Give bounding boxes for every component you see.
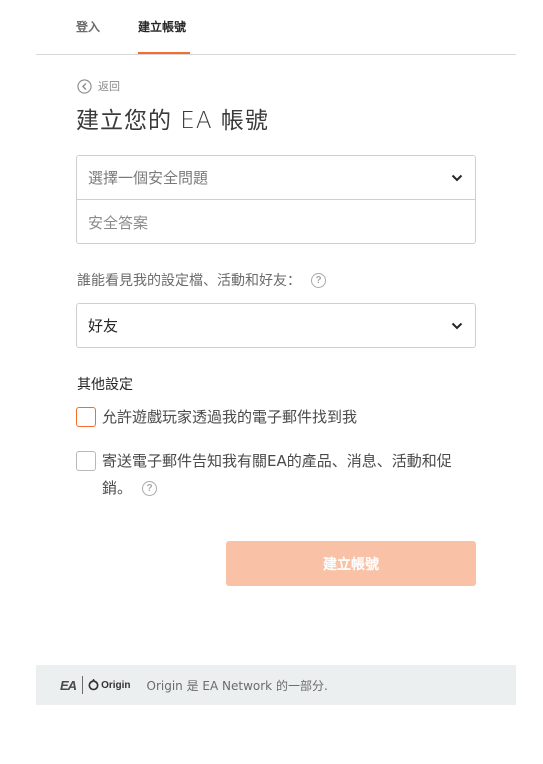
auth-tabs: 登入 建立帳號 — [36, 0, 516, 55]
discoverable-checkbox[interactable] — [76, 407, 96, 427]
chevron-left-circle-icon — [77, 78, 92, 94]
security-question-placeholder: 選擇一個安全問題 — [88, 169, 209, 187]
visibility-select[interactable]: 好友 — [76, 303, 476, 348]
page-title: 建立您的 EA 帳號 — [76, 108, 269, 134]
back-label: 返回 — [98, 80, 120, 93]
help-icon[interactable]: ? — [142, 481, 158, 496]
active-tab-indicator — [138, 52, 190, 54]
chevron-down-icon — [451, 322, 463, 329]
origin-logo: Origin — [88, 679, 131, 691]
marketing-email-text: 寄送電子郵件告知我有關EA的產品、消息、活動和促銷。? — [102, 448, 466, 502]
help-icon[interactable]: ? — [311, 272, 326, 288]
marketing-email-option: 寄送電子郵件告知我有關EA的產品、消息、活動和促銷。? — [76, 448, 466, 502]
tab-create-account[interactable]: 建立帳號 — [138, 18, 186, 35]
tab-login[interactable]: 登入 — [76, 18, 100, 35]
security-answer-placeholder: 安全答案 — [88, 213, 149, 232]
security-answer-input[interactable]: 安全答案 — [77, 200, 475, 244]
create-account-button[interactable]: 建立帳號 — [226, 541, 476, 586]
discoverable-option: 允許遊戲玩家透過我的電子郵件找到我 — [76, 404, 357, 431]
ea-logo: EA — [60, 677, 77, 693]
origin-logo-text: Origin — [101, 679, 131, 691]
footer: EA Origin Origin 是 EA Network 的一部分. — [36, 665, 516, 705]
chevron-down-icon — [451, 174, 463, 181]
visibility-selected-value: 好友 — [88, 317, 119, 335]
back-link[interactable]: 返回 — [77, 78, 120, 94]
security-question-group: 選擇一個安全問題 安全答案 — [76, 155, 476, 244]
origin-logo-icon — [88, 679, 99, 691]
footer-text: Origin 是 EA Network 的一部分. — [146, 678, 328, 693]
visibility-label: 誰能看見我的設定檔、活動和好友： — [77, 273, 301, 289]
logo-divider — [82, 676, 84, 694]
security-question-select[interactable]: 選擇一個安全問題 — [77, 156, 475, 200]
other-settings-title: 其他設定 — [77, 377, 133, 393]
discoverable-label: 允許遊戲玩家透過我的電子郵件找到我 — [102, 408, 358, 426]
marketing-email-checkbox[interactable] — [76, 451, 96, 471]
visibility-label-row: 誰能看見我的設定檔、活動和好友： ? — [77, 270, 326, 290]
